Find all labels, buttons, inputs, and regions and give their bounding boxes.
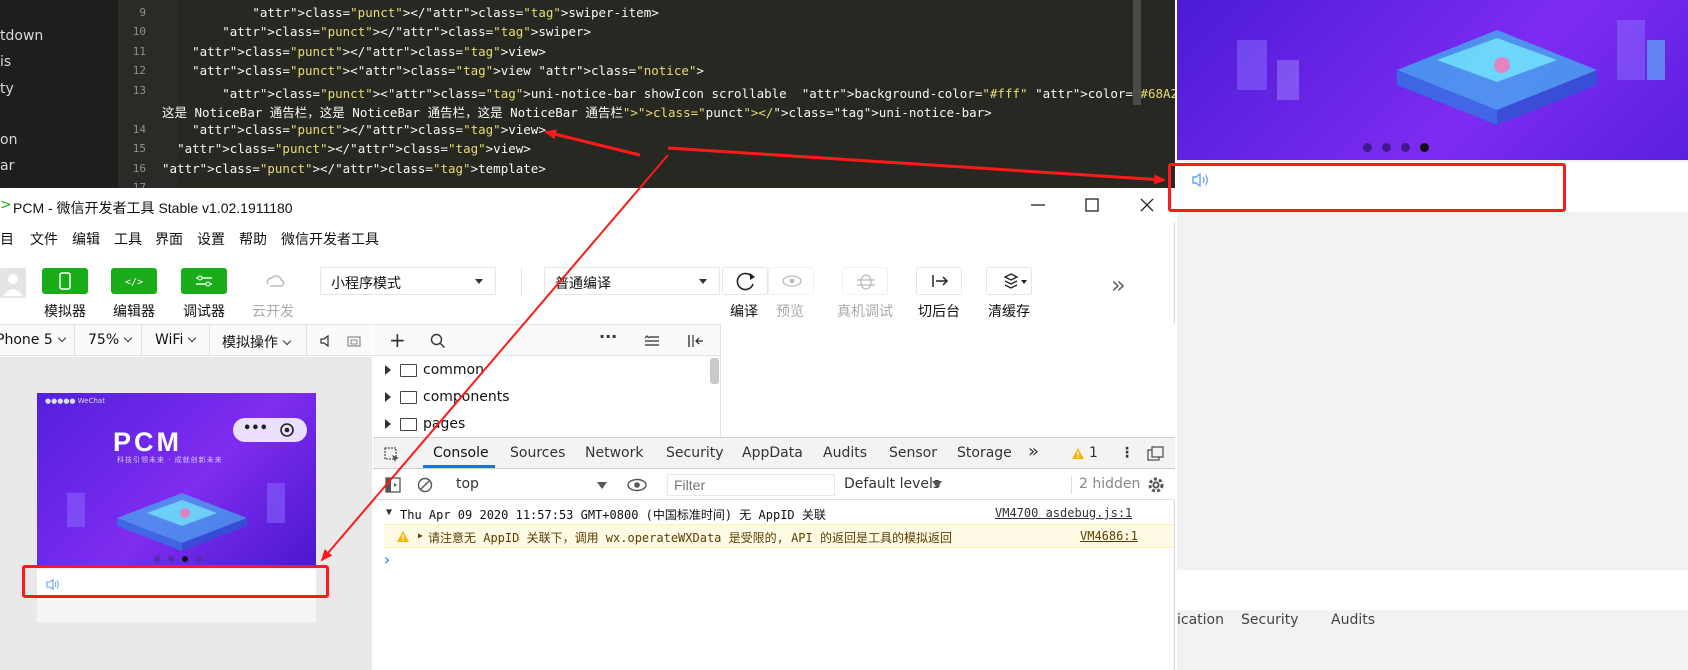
annotation-arrows: [320, 129, 1166, 562]
arrow-to-preview: [667, 146, 1166, 185]
arrow-to-code: [544, 129, 641, 157]
arrow-to-simulator: [320, 154, 669, 562]
